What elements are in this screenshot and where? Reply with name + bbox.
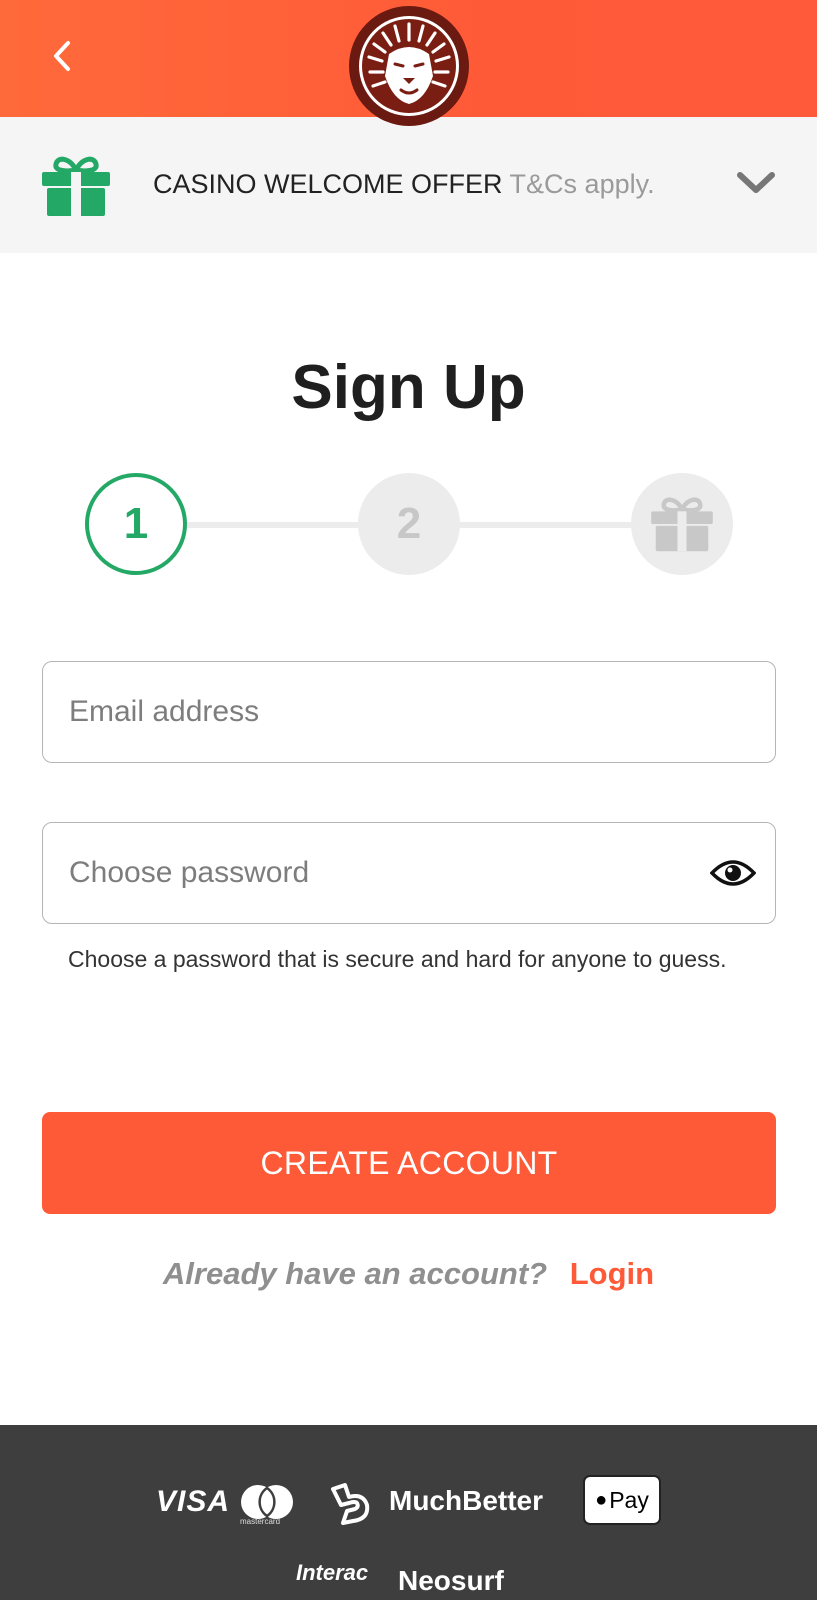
back-button[interactable] — [36, 30, 88, 82]
signup-page: CASINO WELCOME OFFER T&Cs apply. Sign Up… — [0, 0, 817, 1600]
offer-title: CASINO WELCOME OFFER — [153, 169, 503, 199]
top-header — [0, 0, 817, 126]
password-input[interactable] — [69, 823, 689, 923]
gift-icon — [42, 156, 110, 216]
login-link[interactable]: Login — [570, 1256, 654, 1291]
eye-icon — [710, 860, 756, 886]
visa-logo: VISA — [156, 1485, 231, 1518]
muchbetter-logo-icon — [331, 1483, 370, 1525]
offer-terms: T&Cs apply. — [509, 169, 655, 199]
gift-icon — [651, 497, 713, 552]
chevron-left-icon — [54, 41, 70, 71]
create-account-button[interactable]: CREATE ACCOUNT — [42, 1112, 776, 1214]
step-1-label: 1 — [123, 499, 149, 548]
login-prompt: Already have an account? Login — [0, 1256, 817, 1292]
applepay-label: Pay — [609, 1486, 649, 1513]
lion-logo-icon — [359, 16, 459, 116]
offer-text: CASINO WELCOME OFFER T&Cs apply. — [153, 169, 655, 200]
applepay-logo: ● Pay — [583, 1475, 661, 1525]
stepper-connector — [458, 522, 633, 528]
step-2-label: 2 — [396, 499, 422, 548]
show-password-button[interactable] — [709, 851, 757, 895]
interac-logo: Interac — [296, 1560, 369, 1585]
stepper-connector — [185, 522, 360, 528]
step-1: 1 — [85, 473, 187, 575]
muchbetter-logo: MuchBetter — [389, 1485, 544, 1516]
chevron-down-icon[interactable] — [736, 170, 776, 196]
apple-icon: ● — [595, 1488, 608, 1511]
email-input[interactable] — [69, 662, 689, 762]
step-bonus — [631, 473, 733, 575]
step-2: 2 — [358, 473, 460, 575]
brand-logo[interactable] — [349, 6, 469, 126]
email-field-wrapper — [42, 661, 776, 763]
page-title: Sign Up — [291, 353, 526, 422]
mastercard-label: mastercard — [240, 1517, 281, 1526]
password-hint: Choose a password that is secure and har… — [68, 946, 727, 972]
login-prompt-text: Already have an account? — [162, 1256, 548, 1291]
password-field-wrapper — [42, 822, 776, 924]
welcome-offer-banner[interactable]: CASINO WELCOME OFFER T&Cs apply. — [0, 117, 817, 253]
payment-methods-footer: VISA mastercard MuchBetter ● Pay Interac… — [0, 1425, 817, 1600]
neosurf-logo: Neosurf — [398, 1565, 504, 1596]
